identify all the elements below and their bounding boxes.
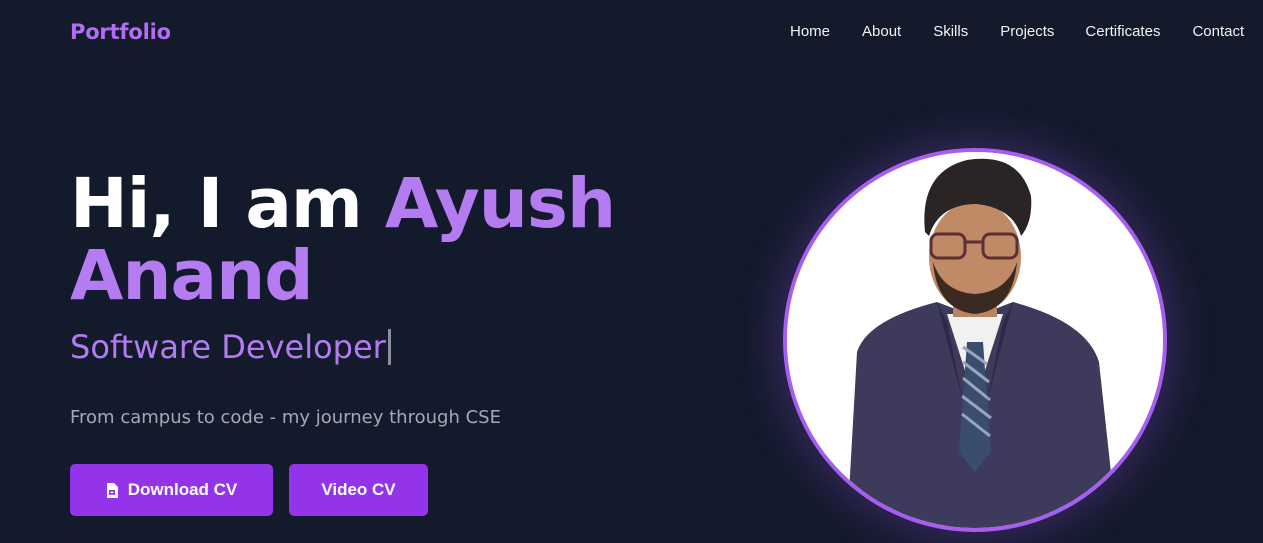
nav-projects[interactable]: Projects bbox=[1000, 23, 1054, 40]
hero-title: Hi, I am Ayush Anand bbox=[70, 168, 630, 312]
nav-home[interactable]: Home bbox=[790, 23, 830, 40]
top-nav: Home About Skills Projects Certificates … bbox=[790, 23, 1244, 40]
hero-first-name: Ayush bbox=[384, 164, 616, 244]
download-cv-button[interactable]: Download CV bbox=[70, 464, 273, 516]
hero-role-text: Software Developer bbox=[70, 328, 386, 366]
hero-role: Software Developer bbox=[70, 327, 391, 367]
hero-last-name: Anand bbox=[70, 236, 314, 316]
video-cv-label: Video CV bbox=[321, 480, 396, 499]
video-cv-button[interactable]: Video CV bbox=[289, 464, 428, 516]
profile-photo-illustration bbox=[787, 152, 1163, 528]
profile-photo bbox=[783, 148, 1167, 532]
nav-skills[interactable]: Skills bbox=[933, 23, 968, 40]
typing-caret bbox=[387, 329, 391, 365]
file-icon bbox=[106, 482, 118, 498]
nav-contact[interactable]: Contact bbox=[1192, 23, 1244, 40]
brand-logo[interactable]: Portfolio bbox=[70, 20, 171, 44]
hero-greeting: Hi, I am bbox=[70, 164, 363, 244]
hero-tagline: From campus to code - my journey through… bbox=[70, 407, 501, 428]
page: Portfolio Home About Skills Projects Cer… bbox=[0, 0, 1263, 543]
nav-certificates[interactable]: Certificates bbox=[1085, 23, 1160, 40]
download-cv-label: Download CV bbox=[127, 480, 238, 499]
nav-about[interactable]: About bbox=[862, 23, 901, 40]
